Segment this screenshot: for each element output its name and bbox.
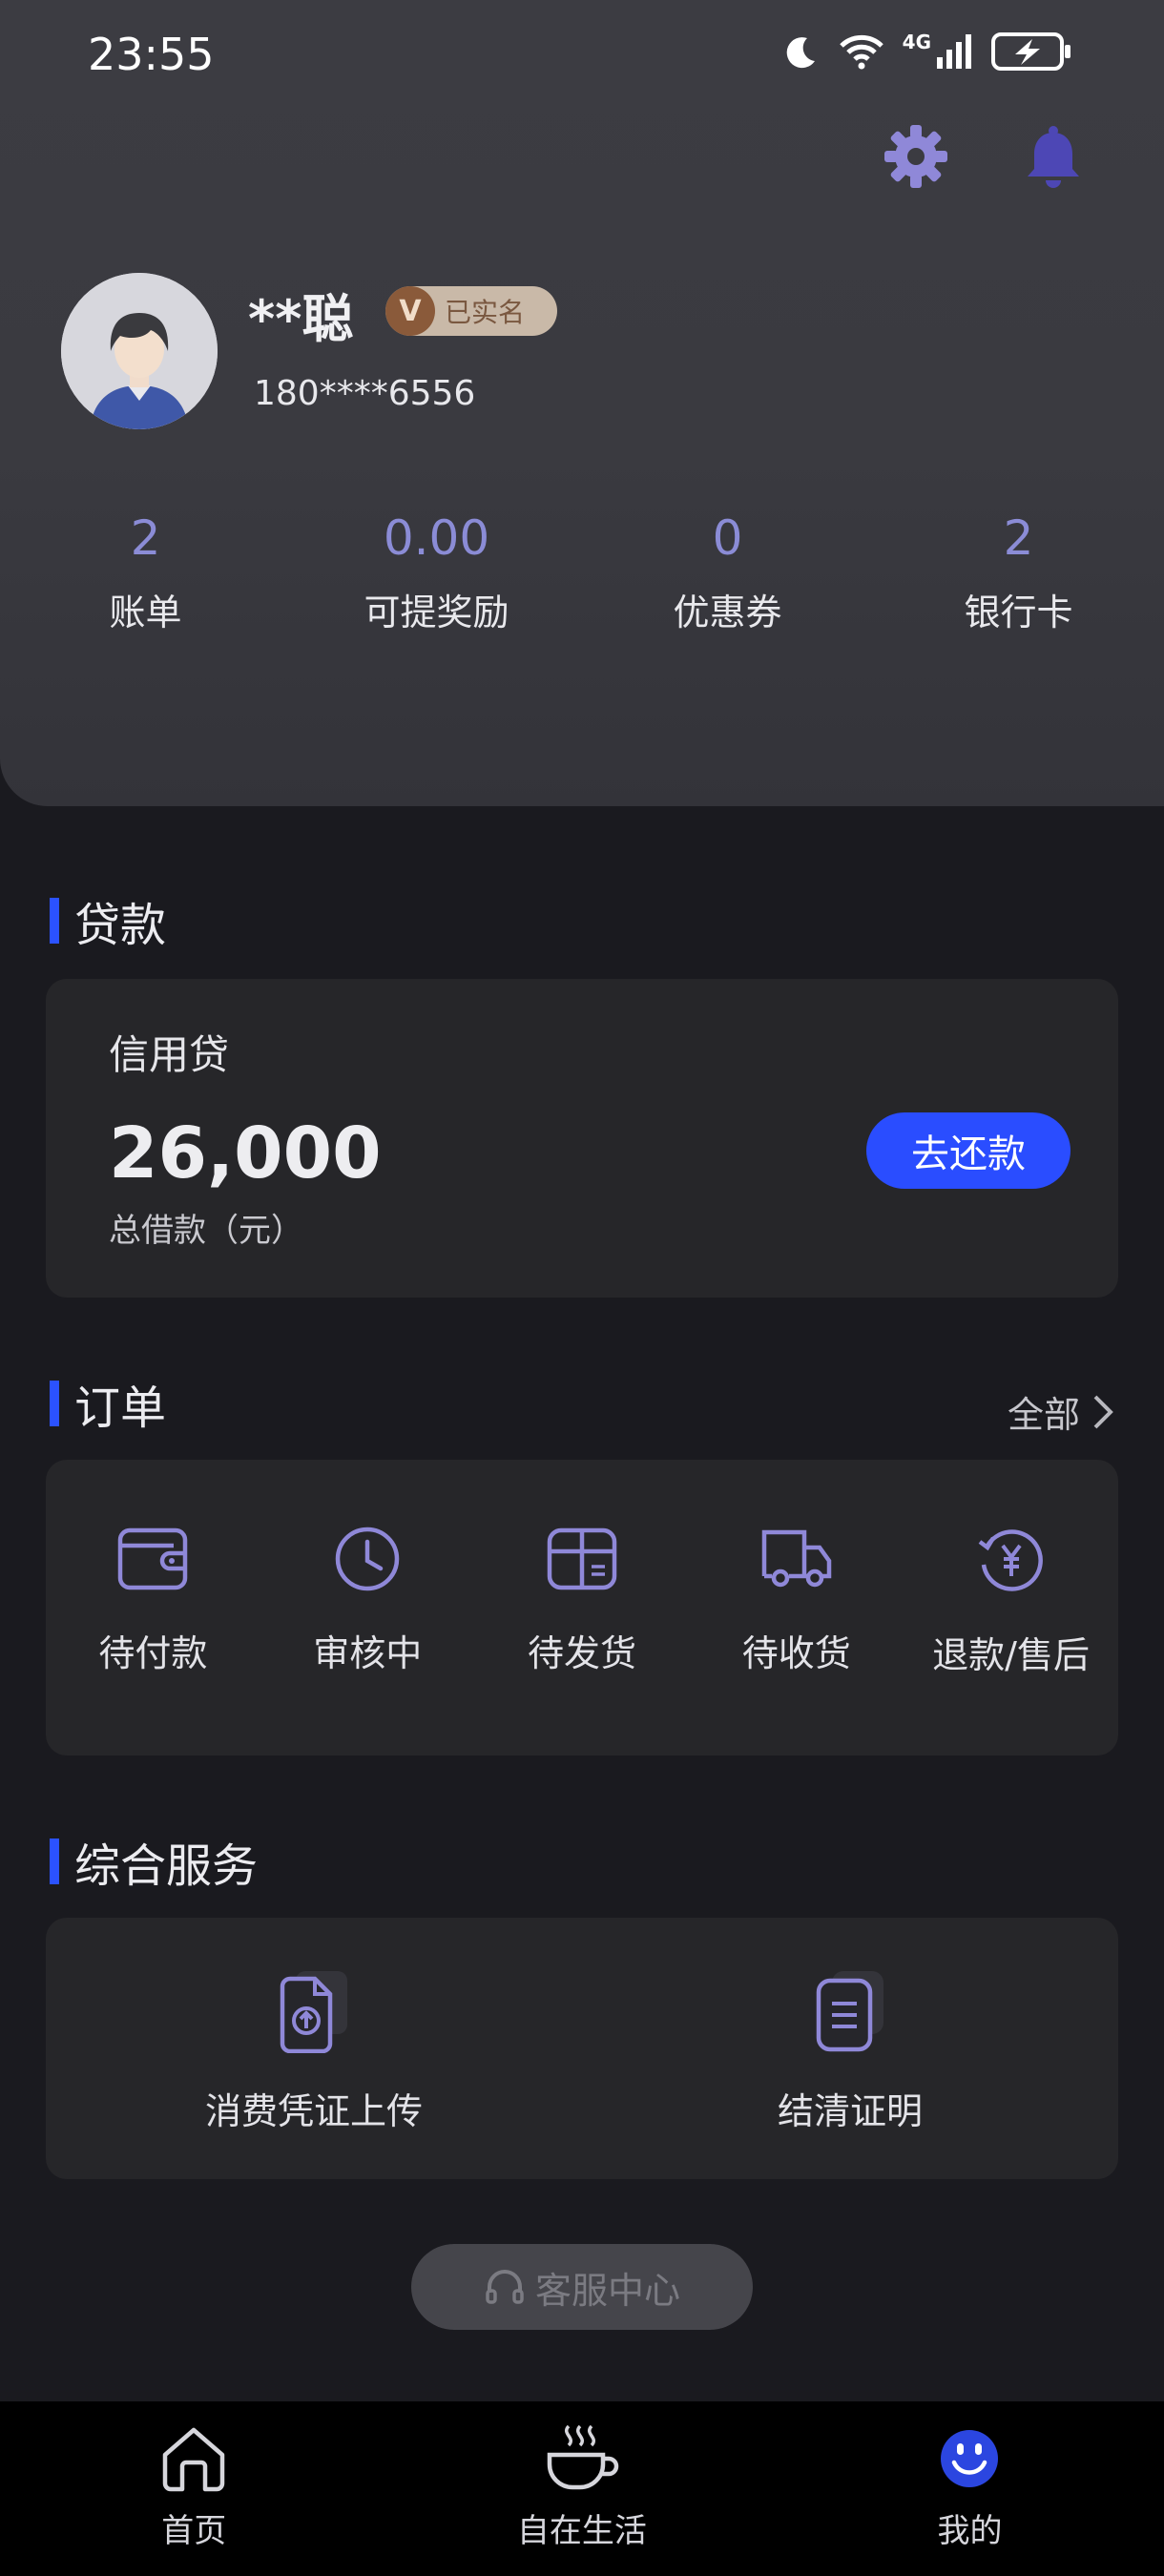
- refund-icon: [978, 1529, 1043, 1591]
- stat-rewards[interactable]: 0.00 可提奖励: [291, 510, 582, 635]
- all-orders-link[interactable]: 全部: [1008, 1385, 1114, 1438]
- coffee-cup-icon: [547, 2424, 619, 2490]
- bottom-navigation: 首页 自在生活 我的: [0, 2401, 1164, 2576]
- home-icon: [163, 2427, 225, 2492]
- section-accent-bar: [50, 1381, 59, 1426]
- loan-product-name: 信用贷: [109, 1031, 230, 1078]
- profile-header: 23:55 4G **聪 V 已实名 180****6556 2 账单 0.00…: [0, 0, 1164, 806]
- moon-icon: [786, 37, 815, 69]
- section-title-text: 贷款: [74, 899, 167, 952]
- username: **聪: [248, 289, 354, 349]
- gear-icon: [884, 125, 947, 188]
- repay-button[interactable]: 去还款: [866, 1112, 1070, 1189]
- account-stats: 2 账单 0.00 可提奖励 0 优惠券 2 银行卡: [0, 510, 1164, 635]
- service-upload-voucher[interactable]: 消费凭证上传: [46, 1918, 582, 2179]
- user-avatar-icon: [61, 273, 218, 429]
- nav-home[interactable]: 首页: [0, 2401, 388, 2576]
- stat-label: 可提奖励: [364, 592, 509, 634]
- stat-value: 0.00: [383, 510, 490, 566]
- stat-label: 优惠券: [673, 592, 782, 634]
- order-status-label: 退款/售后: [932, 1634, 1090, 1676]
- customer-service-label: 客服中心: [534, 2269, 680, 2312]
- phone-number: 180****6556: [254, 374, 476, 413]
- order-status-list: 待付款 审核中 待发货 待收货 退款/售后: [46, 1460, 1118, 1755]
- services-card: 消费凭证上传 结清证明: [46, 1918, 1118, 2179]
- avatar[interactable]: [61, 273, 218, 429]
- verified-badge: V 已实名: [385, 286, 557, 336]
- network-type-icon: 4G: [903, 32, 973, 71]
- loan-card[interactable]: 信用贷 26,000 总借款（元） 去还款: [46, 979, 1118, 1298]
- loan-amount: 26,000: [109, 1112, 382, 1195]
- order-status-label: 待发货: [527, 1632, 636, 1674]
- order-to-receive[interactable]: 待收货: [689, 1460, 904, 1755]
- stat-coupons[interactable]: 0 优惠券: [582, 510, 873, 635]
- stat-bills[interactable]: 2 账单: [0, 510, 291, 635]
- services-section-title: 综合服务: [50, 1828, 258, 1895]
- order-refund-aftersale[interactable]: 退款/售后: [904, 1460, 1118, 1755]
- order-status-label: 待收货: [741, 1632, 851, 1674]
- order-to-ship[interactable]: 待发货: [475, 1460, 690, 1755]
- signal-bars-icon: [937, 34, 971, 69]
- clock-icon: [335, 1527, 400, 1591]
- services-list: 消费凭证上传 结清证明: [46, 1918, 1118, 2179]
- section-title-text: 综合服务: [74, 1839, 259, 1893]
- stat-label: 账单: [109, 592, 182, 634]
- verified-v-icon: V: [385, 286, 435, 336]
- orders-section-title: 订单: [50, 1370, 166, 1437]
- smiley-icon: [941, 2430, 999, 2487]
- stat-value: 2: [130, 510, 161, 566]
- order-under-review[interactable]: 审核中: [260, 1460, 475, 1755]
- headset-icon: [486, 2270, 524, 2304]
- nav-label: 我的: [937, 2512, 1003, 2550]
- nav-mine[interactable]: 我的: [776, 2401, 1164, 2576]
- status-icons: 4G: [782, 31, 1072, 73]
- bell-icon: [1028, 126, 1079, 188]
- section-title-text: 订单: [74, 1381, 167, 1435]
- stat-value: 2: [1003, 510, 1034, 566]
- truck-icon: [761, 1529, 832, 1588]
- header-actions: [882, 122, 1088, 191]
- wallet-icon: [118, 1527, 188, 1590]
- profile-page: 23:55 4G **聪 V 已实名 180****6556 2 账单 0.00…: [0, 0, 1164, 2576]
- verified-label: 已实名: [445, 297, 526, 328]
- notifications-button[interactable]: [1019, 122, 1088, 191]
- order-pending-payment[interactable]: 待付款: [46, 1460, 260, 1755]
- stat-label: 银行卡: [964, 592, 1073, 634]
- service-label: 消费凭证上传: [204, 2090, 423, 2132]
- service-settlement-certificate[interactable]: 结清证明: [582, 1918, 1118, 2179]
- nav-label: 首页: [161, 2512, 227, 2550]
- customer-service-button[interactable]: 客服中心: [411, 2244, 753, 2330]
- upload-document-icon: [280, 1971, 347, 2053]
- order-status-label: 待付款: [98, 1632, 208, 1674]
- nav-lifestyle[interactable]: 自在生活: [388, 2401, 777, 2576]
- orders-card: 待付款 审核中 待发货 待收货 退款/售后: [46, 1460, 1118, 1755]
- status-time: 23:55: [88, 29, 215, 80]
- package-icon: [547, 1527, 617, 1590]
- stat-bank-cards[interactable]: 2 银行卡: [873, 510, 1164, 635]
- wifi-icon: [839, 34, 883, 70]
- loan-amount-label: 总借款（元）: [109, 1212, 303, 1250]
- settings-button[interactable]: [882, 122, 950, 191]
- section-accent-bar: [50, 898, 59, 944]
- status-bar: 23:55 4G: [0, 0, 1164, 114]
- chevron-right-icon: [1093, 1395, 1113, 1428]
- all-orders-label: 全部: [1007, 1394, 1080, 1436]
- service-label: 结清证明: [777, 2090, 923, 2132]
- order-status-label: 审核中: [313, 1632, 423, 1674]
- section-accent-bar: [50, 1839, 59, 1884]
- battery-charging-icon: [991, 32, 1070, 71]
- certificate-document-icon: [816, 1971, 883, 2052]
- loan-section-title: 贷款: [50, 887, 166, 954]
- stat-value: 0: [712, 510, 743, 566]
- nav-label: 自在生活: [516, 2512, 647, 2550]
